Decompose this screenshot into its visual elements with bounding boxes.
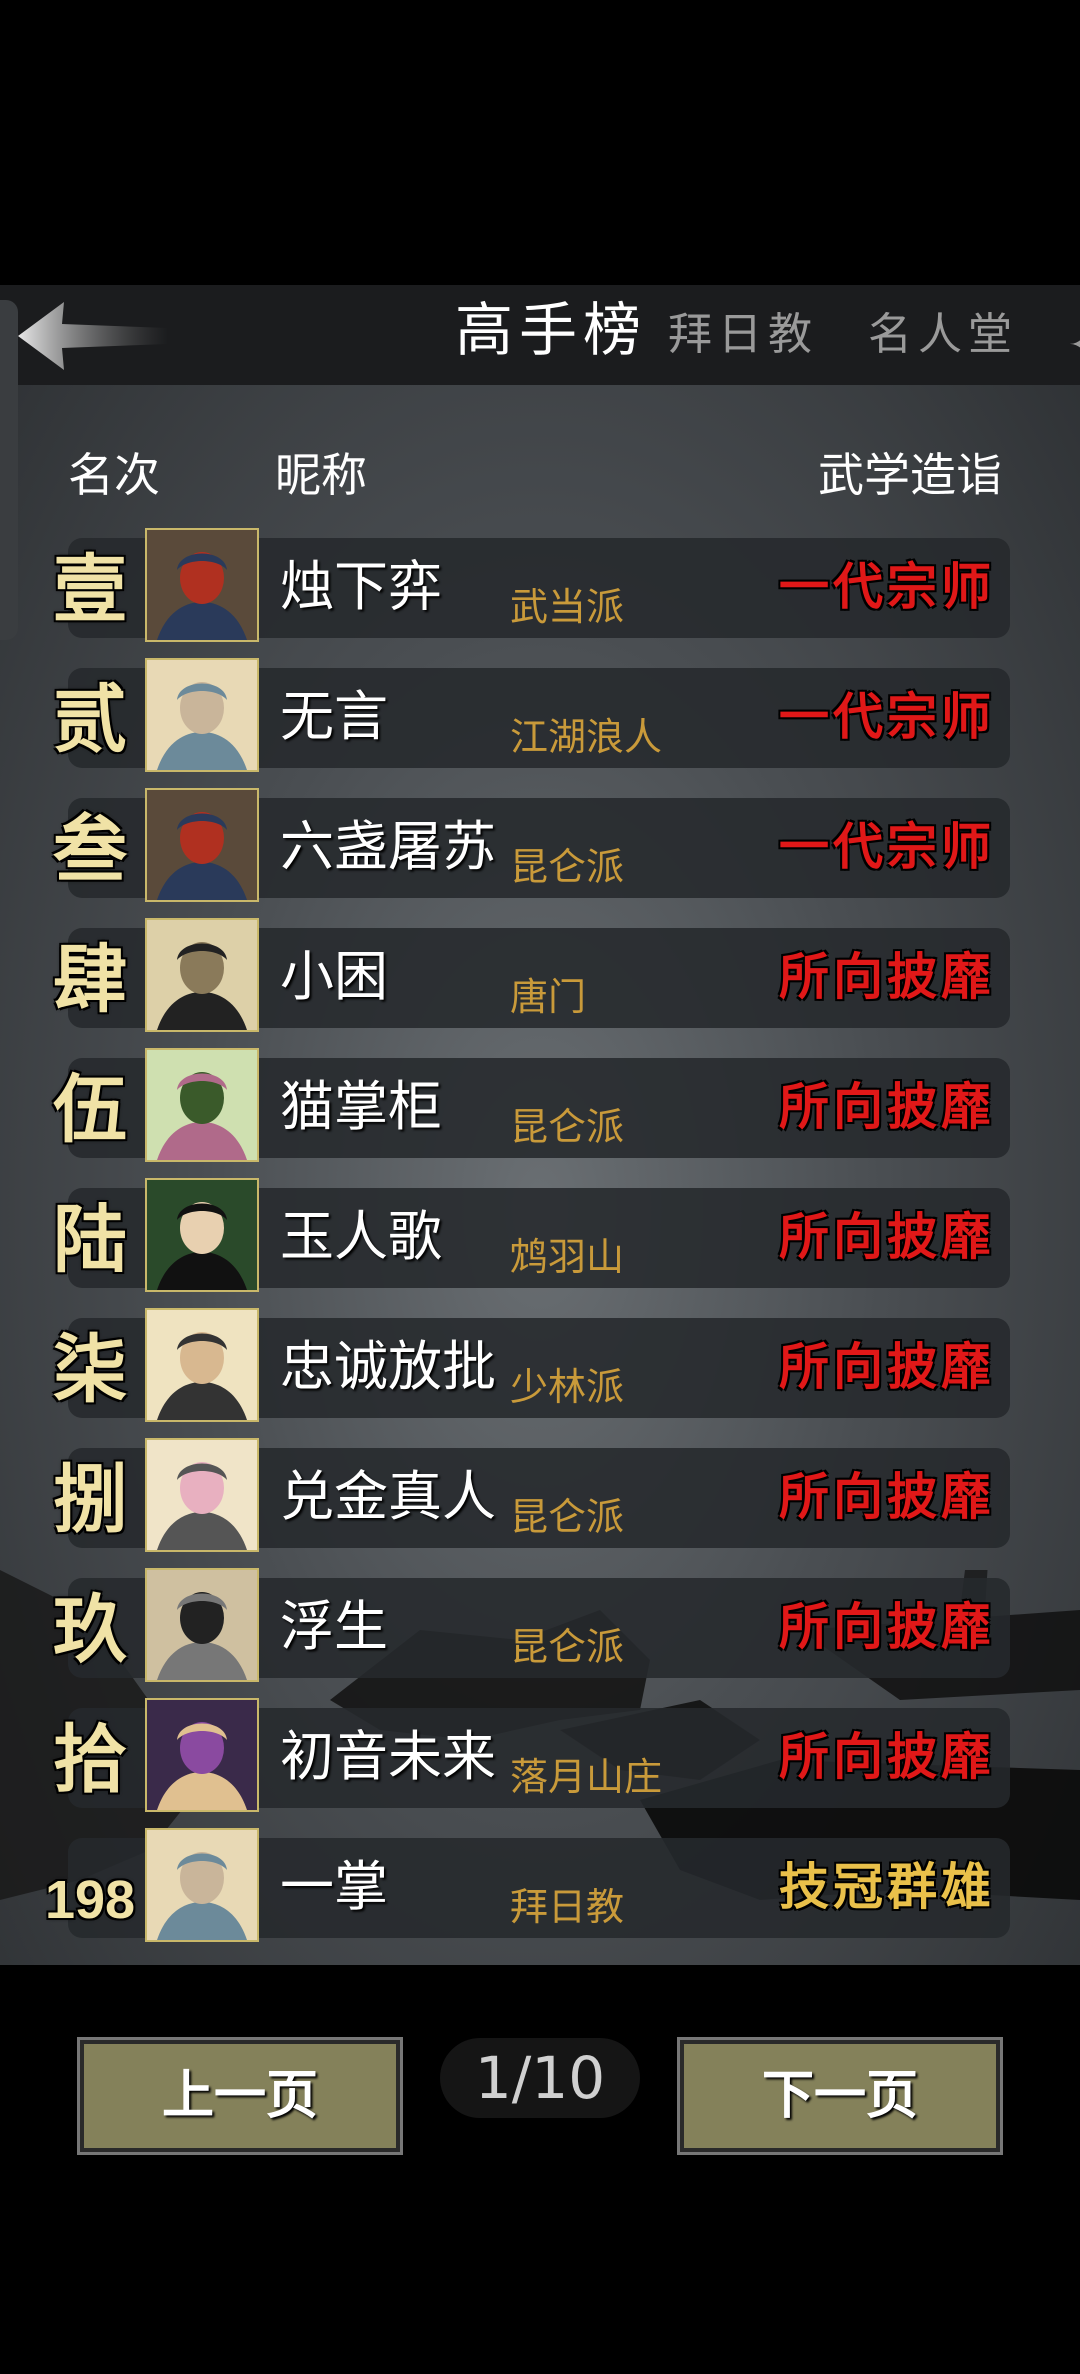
martial-level-title: 一代宗师 <box>779 687 995 746</box>
martial-level-title: 所向披靡 <box>779 947 995 1006</box>
martial-level-title: 技冠群雄 <box>779 1857 995 1916</box>
player-sect: 唐门 <box>510 975 587 1019</box>
column-header-rank: 名次 <box>68 448 160 502</box>
pink-hair-girl-icon[interactable] <box>145 1438 259 1552</box>
rank-label: 柒 <box>53 1327 127 1413</box>
woman-portrait-icon[interactable] <box>145 658 259 772</box>
player-nickname: 兑金真人 <box>280 1465 496 1528</box>
player-nickname: 小困 <box>280 945 388 1008</box>
player-nickname: 玉人歌 <box>280 1205 442 1268</box>
player-nickname: 一掌 <box>280 1855 388 1918</box>
purple-lady-icon[interactable] <box>145 1698 259 1812</box>
masked-warrior-icon[interactable] <box>145 528 259 642</box>
player-sect: 江湖浪人 <box>510 715 663 759</box>
rank-label: 捌 <box>53 1457 127 1543</box>
martial-level-title: 一代宗师 <box>779 817 995 876</box>
rank-label: 壹 <box>53 547 127 633</box>
elder-taiji-icon[interactable] <box>145 918 259 1032</box>
player-nickname: 烛下弈 <box>280 555 442 618</box>
dark-hair-man-icon[interactable] <box>145 1178 259 1292</box>
martial-level-title: 所向披靡 <box>779 1467 995 1526</box>
player-sect: 昆仑派 <box>510 1105 625 1149</box>
player-sect: 落月山庄 <box>510 1755 663 1799</box>
player-sect: 昆仑派 <box>510 1495 625 1539</box>
player-sect: 拜日教 <box>510 1885 625 1929</box>
player-nickname: 六盏屠苏 <box>280 815 496 878</box>
tab-overflow-indicator: ✦ <box>1068 320 1080 350</box>
martial-level-title: 所向披靡 <box>779 1337 995 1396</box>
martial-level-title: 所向披靡 <box>779 1727 995 1786</box>
woman-portrait-icon[interactable] <box>145 1828 259 1942</box>
martial-level-title: 所向披靡 <box>779 1207 995 1266</box>
rank-label: 伍 <box>53 1067 127 1153</box>
tab-masters[interactable]: 高手榜 <box>455 290 647 370</box>
player-sect: 昆仑派 <box>510 1625 625 1669</box>
back-arrow-icon[interactable] <box>18 300 168 372</box>
rank-label: 玖 <box>53 1587 127 1673</box>
page-indicator: 1/10 <box>440 2038 640 2118</box>
martial-level-title: 所向披靡 <box>779 1077 995 1136</box>
lady-bamboo-icon[interactable] <box>145 1048 259 1162</box>
next-page-button[interactable]: 下一页 <box>677 2037 1003 2155</box>
martial-level-title: 所向披靡 <box>779 1597 995 1656</box>
player-nickname: 浮生 <box>280 1595 388 1658</box>
martial-level-title: 一代宗师 <box>779 557 995 616</box>
rank-label: 198 <box>44 1870 136 1930</box>
prev-page-button[interactable]: 上一页 <box>77 2037 403 2155</box>
player-nickname: 无言 <box>280 685 388 748</box>
player-sect: 武当派 <box>510 585 625 629</box>
player-sect: 少林派 <box>510 1365 625 1409</box>
masked-warrior-icon[interactable] <box>145 788 259 902</box>
bearded-warrior-icon[interactable] <box>145 1568 259 1682</box>
column-header-level: 武学造诣 <box>818 448 1002 502</box>
rank-label: 贰 <box>53 677 127 763</box>
player-sect: 鸩羽山 <box>510 1235 625 1279</box>
side-panel-edge <box>0 300 18 640</box>
player-nickname: 初音未来 <box>280 1725 496 1788</box>
rank-label: 叁 <box>53 807 127 893</box>
player-nickname: 忠诚放批 <box>280 1335 496 1398</box>
column-header-nickname: 昵称 <box>275 448 367 502</box>
tab-sun-cult[interactable]: 拜日教 <box>668 295 818 375</box>
rank-label: 拾 <box>53 1717 127 1803</box>
rank-label: 陆 <box>53 1197 127 1283</box>
bald-man-icon[interactable] <box>145 1308 259 1422</box>
rank-label: 肆 <box>53 937 127 1023</box>
tab-hall-of-fame[interactable]: 名人堂 <box>868 295 1018 375</box>
player-sect: 昆仑派 <box>510 845 625 889</box>
player-nickname: 猫掌柜 <box>280 1075 442 1138</box>
